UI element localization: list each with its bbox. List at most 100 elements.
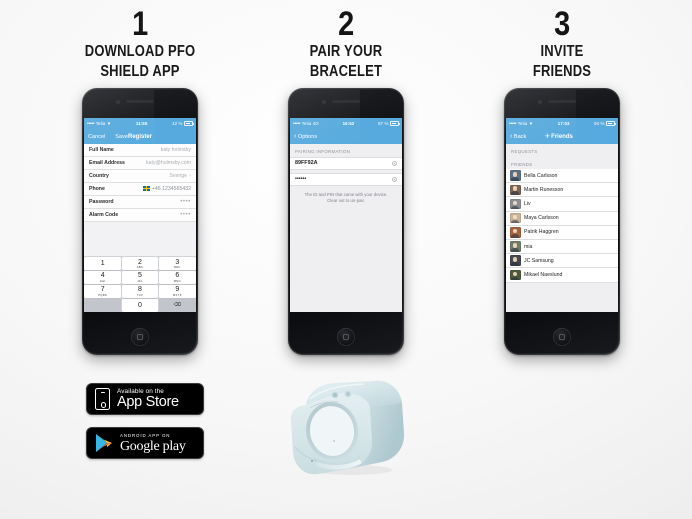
- phone-screen-2[interactable]: ••••• Telia 4G 16:52 87 % ‹ Options PAIR…: [290, 118, 402, 312]
- step-title-line: FRIENDS: [532, 62, 592, 80]
- key-letters: GHI: [99, 279, 106, 283]
- phone-screen-3[interactable]: ••••• Telia ▼ 17:53 94 % ‹Back Friends: [506, 118, 618, 312]
- nav-bar-2: ‹ Options: [290, 129, 402, 144]
- clock-label: 17:53: [557, 121, 570, 126]
- step-number-2: 2: [338, 5, 354, 43]
- list-item[interactable]: Mikael Naeslund: [506, 268, 618, 283]
- section-header-pairing: PAIRING INFORMATION: [290, 144, 402, 157]
- pairing-help-text: The ID and PIN that came with your devic…: [290, 185, 402, 210]
- key-digit: 7: [100, 286, 105, 294]
- earpiece-speaker-icon: [126, 100, 154, 103]
- keypad-row: 1 2 ABC 3 DEF: [84, 257, 196, 271]
- keypad-row: 0 ⌫: [84, 298, 196, 312]
- key-0[interactable]: 0: [121, 298, 159, 312]
- pairing-id-field[interactable]: 89FF92A ✕: [290, 156, 402, 170]
- key-digit: 9: [175, 286, 180, 294]
- app-store-badge[interactable]: Available on the App Store: [86, 383, 204, 415]
- key-letters: MNO: [173, 279, 181, 283]
- friend-name: Patrik Haggren: [524, 229, 559, 236]
- keypad-row: 4 GHI 5 JKL 6 MNO: [84, 271, 196, 285]
- step-title-line: DOWNLOAD PFO: [84, 43, 196, 60]
- field-value: Sverige: [169, 173, 187, 179]
- list-item[interactable]: JC Samsung: [506, 254, 618, 269]
- key-letters: PQRS: [98, 293, 108, 297]
- home-button[interactable]: [553, 328, 571, 346]
- field-full-name[interactable]: Full Name katy holmsby: [84, 144, 196, 157]
- pairing-pin-field[interactable]: •••••• ✕: [290, 172, 402, 186]
- key-6[interactable]: 6 MNO: [159, 271, 196, 285]
- friends-list[interactable]: REQUESTS FRIENDS Bella Carlsson Martin R…: [506, 144, 618, 312]
- status-right: 94 %: [594, 121, 616, 126]
- pairing-pin-value: ••••••: [295, 176, 307, 182]
- status-left: ••••• Telia ▼: [509, 121, 533, 127]
- key-digit: 6: [175, 272, 180, 280]
- list-item[interactable]: Liv: [506, 197, 618, 212]
- list-item[interactable]: Martin Runesson: [506, 183, 618, 198]
- clock-label: 11:55: [135, 121, 148, 126]
- key-1[interactable]: 1: [84, 257, 121, 271]
- battery-percent-label: 94 %: [594, 121, 605, 126]
- options-back-button[interactable]: ‹ Options: [294, 133, 317, 140]
- iphone-device-3: ••••• Telia ▼ 17:53 94 % ‹Back Friends: [504, 88, 620, 355]
- carrier-label: Telia: [517, 121, 528, 126]
- field-label: Email Address: [89, 160, 125, 166]
- battery-icon: [390, 121, 400, 126]
- field-value: katy holmsby: [160, 147, 191, 153]
- signal-dots-icon: •••••: [87, 120, 95, 127]
- key-digit: 1: [100, 260, 105, 268]
- pairing-id-value: 89FF92A: [295, 160, 318, 166]
- key-delete[interactable]: ⌫: [159, 298, 196, 312]
- key-letters: JKL: [137, 279, 143, 283]
- back-button[interactable]: ‹ Back: [510, 133, 530, 140]
- empty-space: [290, 209, 402, 312]
- field-email-address[interactable]: Email Address katy@holmsby.com: [84, 157, 196, 170]
- friend-name: JC Samsung: [524, 257, 554, 264]
- clear-icon[interactable]: ✕: [392, 176, 397, 182]
- avatar: [510, 241, 521, 252]
- field-value: +46 1234565432: [127, 186, 191, 192]
- friend-name: Martin Runesson: [524, 186, 564, 193]
- key-7[interactable]: 7 PQRS: [84, 284, 121, 298]
- numeric-keypad[interactable]: 1 2 ABC 3 DEF 4 GHI 5 JKL 6 MNO 7 PQRS 8…: [84, 255, 196, 312]
- home-button[interactable]: [131, 328, 149, 346]
- phone-screen-1[interactable]: ••••• Telia ▼ 11:55 42 % Cancel Register…: [84, 118, 196, 312]
- list-item[interactable]: Maya Carlsson: [506, 211, 618, 226]
- add-friend-button[interactable]: +: [530, 132, 550, 141]
- carrier-label: Telia: [301, 121, 312, 126]
- field-country[interactable]: Country Sverige ›: [84, 170, 196, 183]
- key-4[interactable]: 4 GHI: [84, 271, 121, 285]
- field-phone[interactable]: Phone +46 1234565432: [84, 183, 196, 196]
- key-2[interactable]: 2 ABC: [121, 257, 159, 271]
- step-title-line: INVITE: [540, 43, 584, 60]
- battery-percent-label: 42 %: [172, 121, 183, 126]
- google-play-badge[interactable]: ANDROID APP ON Google play: [86, 427, 204, 459]
- list-item[interactable]: Patrik Haggren: [506, 225, 618, 240]
- avatar: [510, 212, 521, 224]
- key-8[interactable]: 8 TUV: [121, 284, 159, 298]
- field-label: Alarm Code: [89, 212, 119, 218]
- home-button[interactable]: [337, 328, 355, 346]
- field-alarm-code[interactable]: Alarm Code ••••: [84, 209, 196, 222]
- phone-number: 1234565432: [162, 186, 191, 192]
- badge-big-text: Google play: [120, 439, 186, 454]
- field-password[interactable]: Password ••••: [84, 196, 196, 209]
- avatar: [510, 184, 521, 196]
- save-button[interactable]: Save: [108, 134, 128, 140]
- key-5[interactable]: 5 JKL: [121, 271, 159, 285]
- play-triangle-icon: [95, 433, 113, 453]
- friend-name: Mikael Naeslund: [524, 271, 563, 278]
- clear-icon[interactable]: ✕: [392, 160, 397, 166]
- iphone-device-1: ••••• Telia ▼ 11:55 42 % Cancel Register…: [82, 88, 198, 355]
- step-title-line: PAIR YOUR: [309, 43, 383, 60]
- iphone-device-2: ••••• Telia 4G 16:52 87 % ‹ Options PAIR…: [288, 88, 404, 355]
- cancel-button[interactable]: Cancel: [88, 134, 108, 140]
- signal-dots-icon: •••••: [293, 120, 301, 127]
- step-number-1: 1: [132, 5, 148, 43]
- google-play-text: ANDROID APP ON Google play: [120, 432, 186, 455]
- key-3[interactable]: 3 DEF: [159, 257, 196, 271]
- avatar: [510, 227, 521, 238]
- list-item[interactable]: mia: [506, 239, 618, 255]
- signal-dots-icon: •••••: [509, 120, 517, 127]
- list-item[interactable]: Bella Carlsson: [506, 169, 618, 184]
- key-9[interactable]: 9 WXYZ: [159, 284, 196, 298]
